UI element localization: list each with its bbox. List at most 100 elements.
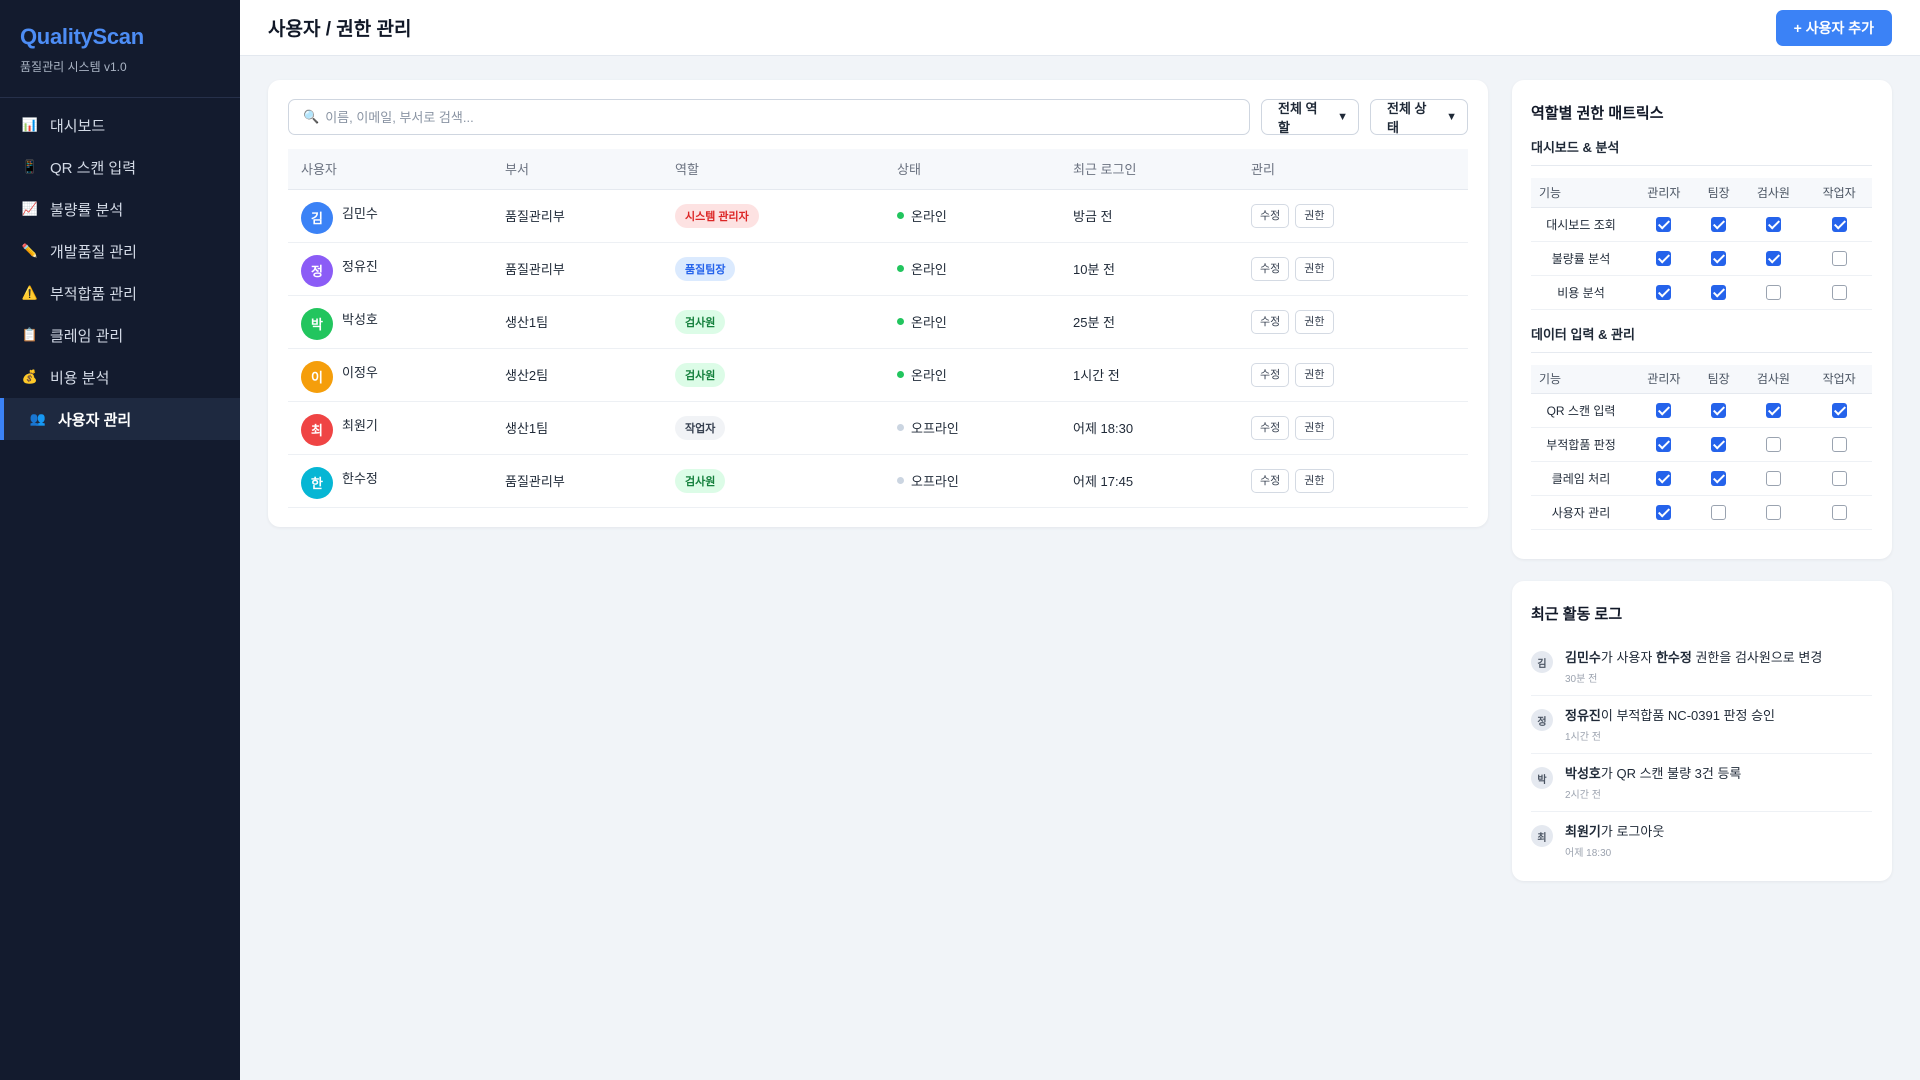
status-dot (897, 212, 904, 219)
sidebar-item[interactable]: 💰 비용 분석 (0, 356, 240, 398)
actions-cell: 수정 권한 (1238, 401, 1468, 455)
checkbox-checked[interactable] (1765, 216, 1781, 232)
role-filter-select[interactable]: 전체 역할 ▼ (1261, 99, 1359, 135)
permission-cell (1696, 461, 1741, 496)
checkbox-checked[interactable] (1656, 216, 1672, 232)
permission-sections: 대시보드 & 분석 기능 관리자 팀장 검사원 작업자 대시보드 조회 불량률 분석 비용 분석… (1531, 137, 1872, 530)
permission-button[interactable]: 권한 (1295, 362, 1334, 387)
checkbox-checked[interactable] (1656, 250, 1672, 266)
checkbox-checked[interactable] (1711, 437, 1727, 453)
status-label: 온라인 (911, 209, 947, 224)
department-cell: 품질관리부 (492, 454, 662, 508)
checkbox-checked[interactable] (1656, 284, 1672, 300)
edit-button[interactable]: 수정 (1251, 362, 1290, 387)
permission-button[interactable]: 권한 (1295, 415, 1334, 440)
edit-button[interactable]: 수정 (1251, 309, 1290, 334)
checkbox-checked[interactable] (1711, 471, 1727, 487)
checkbox-unchecked[interactable] (1765, 505, 1781, 521)
checkbox-unchecked[interactable] (1831, 250, 1847, 266)
column-header[interactable]: 사용자 (288, 149, 492, 190)
edit-button[interactable]: 수정 (1251, 415, 1290, 440)
column-header[interactable]: 역할 (662, 149, 884, 190)
permission-feature: 사용자 관리 (1531, 495, 1631, 530)
role-cell: 시스템 관리자 (662, 189, 884, 243)
app-logo-title[interactable]: QualityScan (20, 24, 220, 50)
permission-button[interactable]: 권한 (1295, 309, 1334, 334)
sidebar-item-label: 사용자 관리 (58, 411, 132, 429)
checkbox-unchecked[interactable] (1765, 437, 1781, 453)
checkbox-unchecked[interactable] (1765, 284, 1781, 300)
sidebar-item[interactable]: 📊 대시보드 (0, 104, 240, 146)
user-info: 정 정유진 (301, 253, 492, 287)
checkbox-checked[interactable] (1765, 403, 1781, 419)
checkbox-checked[interactable] (1656, 437, 1672, 453)
avatar: 김 (301, 201, 333, 234)
sidebar-item[interactable]: 📱 QR 스캔 입력 (0, 146, 240, 188)
chevron-down-icon: ▼ (1337, 111, 1348, 123)
users-table-header: 사용자 부서 역할 상태 최근 로그인 관리 (288, 149, 1468, 190)
checkbox-unchecked[interactable] (1831, 471, 1847, 487)
role-badge: 품질팀장 (675, 256, 736, 281)
checkbox-unchecked[interactable] (1831, 505, 1847, 521)
actions-cell: 수정 권한 (1238, 242, 1468, 296)
permission-cell (1696, 393, 1741, 428)
activity-text: 최원기가 로그아웃 (1565, 821, 1664, 840)
permission-button[interactable]: 권한 (1295, 256, 1334, 281)
add-user-button[interactable]: + 사용자 추가 (1775, 9, 1892, 46)
sidebar-item[interactable]: ⚠️ 부적합품 관리 (0, 272, 240, 314)
activity-time: 30분 전 (1565, 674, 1598, 685)
sidebar-item[interactable]: 📈 불량률 분석 (0, 188, 240, 230)
sidebar-item[interactable]: 📋 클레임 관리 (0, 314, 240, 356)
checkbox-checked[interactable] (1711, 403, 1727, 419)
activity-log-item: 박 박성호가 QR 스캔 불량 3건 등록 2시간 전 (1531, 754, 1872, 812)
column-header[interactable]: 관리 (1238, 149, 1468, 190)
activity-body: 정유진이 부적합품 NC-0391 판정 승인 1시간 전 (1565, 705, 1775, 743)
table-row: 김 김민수 품질관리부 시스템 관리자 온라인 방금 전 수정 권한 (288, 189, 1468, 243)
activity-avatar: 최 (1531, 825, 1553, 847)
user-cell: 이 이정우 (288, 348, 492, 402)
checkbox-unchecked[interactable] (1831, 284, 1847, 300)
department-cell: 생산2팀 (492, 348, 662, 402)
column-header[interactable]: 최근 로그인 (1060, 149, 1238, 190)
search-input[interactable] (325, 109, 1235, 125)
edit-button[interactable]: 수정 (1251, 203, 1290, 228)
column-header[interactable]: 상태 (884, 149, 1060, 190)
search-icon: 🔍 (303, 109, 320, 124)
column-header[interactable]: 부서 (492, 149, 662, 190)
user-cell: 김 김민수 (288, 189, 492, 243)
permission-column-header: 검사원 (1740, 364, 1807, 394)
role-cell: 검사원 (662, 295, 884, 349)
sidebar-item-label: QR 스캔 입력 (50, 159, 137, 177)
permission-column-header: 검사원 (1740, 178, 1807, 208)
checkbox-checked[interactable] (1765, 250, 1781, 266)
checkbox-unchecked[interactable] (1765, 471, 1781, 487)
edit-button[interactable]: 수정 (1251, 468, 1290, 493)
checkbox-checked[interactable] (1831, 216, 1847, 232)
sidebar-item[interactable]: 👥 사용자 관리 (0, 398, 240, 440)
search-box[interactable]: 🔍 (288, 99, 1250, 135)
money-bag-icon: 💰 (21, 369, 39, 384)
sidebar: QualityScan 품질관리 시스템 v1.0 📊 대시보드 📱 QR 스캔 입력… (0, 0, 240, 1080)
activity-log-title: 최근 활동 로그 (1531, 606, 1623, 623)
sidebar-item[interactable]: ✏️ 개발품질 관리 (0, 230, 240, 272)
activity-user-name: 한수정 (1655, 650, 1692, 665)
permission-button[interactable]: 권한 (1295, 468, 1334, 493)
status-filter-select[interactable]: 전체 상태 ▼ (1370, 99, 1468, 135)
permission-row: 클레임 처리 (1531, 461, 1872, 496)
edit-button[interactable]: 수정 (1251, 256, 1290, 281)
app-subtitle: 품질관리 시스템 v1.0 (20, 60, 127, 74)
permission-cell (1631, 461, 1697, 496)
permission-cell (1696, 241, 1741, 276)
checkbox-unchecked[interactable] (1711, 505, 1727, 521)
checkbox-checked[interactable] (1656, 403, 1672, 419)
checkbox-checked[interactable] (1656, 505, 1672, 521)
checkbox-checked[interactable] (1711, 250, 1727, 266)
checkbox-checked[interactable] (1711, 284, 1727, 300)
permission-button[interactable]: 권한 (1295, 203, 1334, 228)
checkbox-checked[interactable] (1711, 216, 1727, 232)
last-login-cell: 어제 18:30 (1060, 401, 1238, 455)
checkbox-unchecked[interactable] (1831, 437, 1847, 453)
activity-log-card: 최근 활동 로그 김 김민수가 사용자 한수정 권한을 검사원으로 변경 30분 전… (1512, 581, 1892, 881)
checkbox-checked[interactable] (1831, 403, 1847, 419)
checkbox-checked[interactable] (1656, 471, 1672, 487)
